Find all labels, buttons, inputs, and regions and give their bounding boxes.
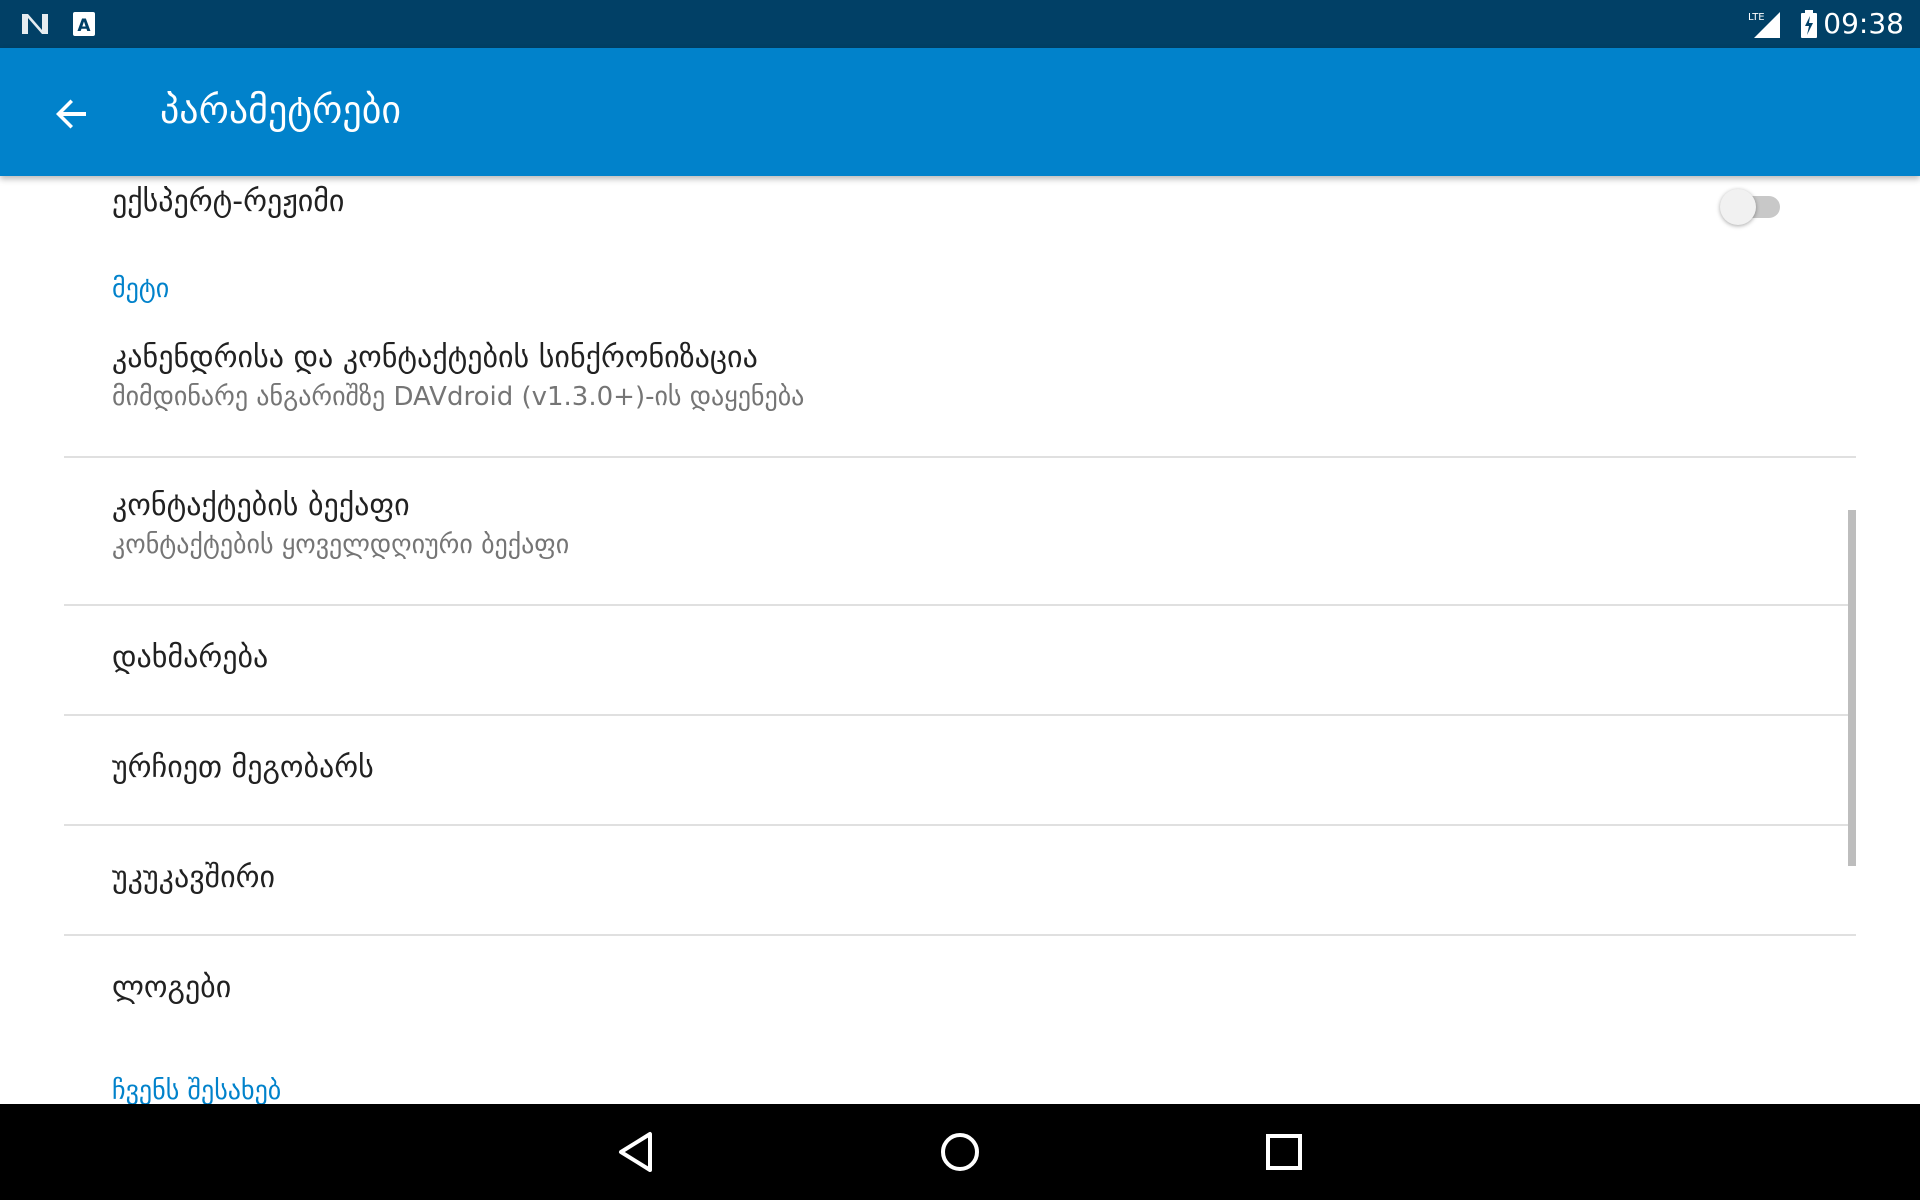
help-row[interactable]: დახმარება bbox=[0, 606, 1920, 714]
svg-text:A: A bbox=[77, 16, 91, 36]
contacts-backup-title: კონტაქტების ბექაფი bbox=[112, 488, 410, 523]
status-bar: A LTE 09:38 bbox=[0, 0, 1920, 48]
recents-square-icon bbox=[1266, 1134, 1302, 1170]
feedback-row[interactable]: უკუკავშირი bbox=[0, 826, 1920, 934]
scrollbar[interactable] bbox=[1848, 510, 1856, 866]
lte-signal-icon: LTE bbox=[1748, 12, 1780, 38]
notification-n-icon bbox=[22, 14, 48, 34]
nav-home-button[interactable] bbox=[930, 1122, 990, 1182]
back-button[interactable] bbox=[46, 88, 98, 140]
recommend-title: ურჩიეთ მეგობარს bbox=[112, 750, 374, 785]
expert-mode-title: ექსპერტ-რეჟიმი bbox=[112, 184, 345, 219]
calendar-sync-row[interactable]: კანენდრისა და კონტაქტების სინქრონიზაცია … bbox=[0, 326, 1920, 458]
calendar-sync-title: კანენდრისა და კონტაქტების სინქრონიზაცია bbox=[112, 340, 758, 375]
clock: 09:38 bbox=[1823, 7, 1904, 40]
page-title: პარამეტრები bbox=[160, 88, 402, 132]
svg-text:LTE: LTE bbox=[1748, 12, 1765, 23]
expert-mode-row[interactable]: ექსპერტ-რეჟიმი bbox=[0, 176, 1920, 256]
expert-mode-switch[interactable] bbox=[1720, 186, 1786, 226]
switch-thumb bbox=[1720, 189, 1756, 225]
keyboard-a-icon: A bbox=[73, 12, 95, 36]
calendar-sync-summary: მიმდინარე ანგარიშზე DAVdroid (v1.3.0+)-ი… bbox=[112, 382, 805, 412]
nav-back-button[interactable] bbox=[606, 1122, 666, 1182]
recommend-row[interactable]: ურჩიეთ მეგობარს bbox=[0, 716, 1920, 824]
app-bar: პარამეტრები bbox=[0, 48, 1920, 176]
feedback-title: უკუკავშირი bbox=[112, 860, 276, 895]
home-circle-icon bbox=[941, 1133, 979, 1171]
preferences-list[interactable]: ექსპერტ-რეჟიმი მეტი კანენდრისა და კონტაქ… bbox=[0, 176, 1920, 1104]
category-more-header: მეტი bbox=[112, 274, 170, 304]
battery-charging-icon bbox=[1801, 10, 1817, 38]
nav-recents-button[interactable] bbox=[1254, 1122, 1314, 1182]
back-triangle-icon bbox=[619, 1132, 652, 1172]
navigation-bar bbox=[0, 1104, 1920, 1200]
contacts-backup-row[interactable]: კონტაქტების ბექაფი კონტაქტების ყოველდღიუ… bbox=[0, 458, 1920, 604]
logs-title: ლოგები bbox=[112, 970, 232, 1005]
arrow-back-icon bbox=[56, 99, 86, 129]
help-title: დახმარება bbox=[112, 640, 269, 675]
logs-row[interactable]: ლოგები bbox=[0, 936, 1920, 1044]
category-about-header: ჩვენს შესახებ bbox=[112, 1076, 282, 1104]
contacts-backup-summary: კონტაქტების ყოველდღიური ბექაფი bbox=[112, 530, 570, 560]
